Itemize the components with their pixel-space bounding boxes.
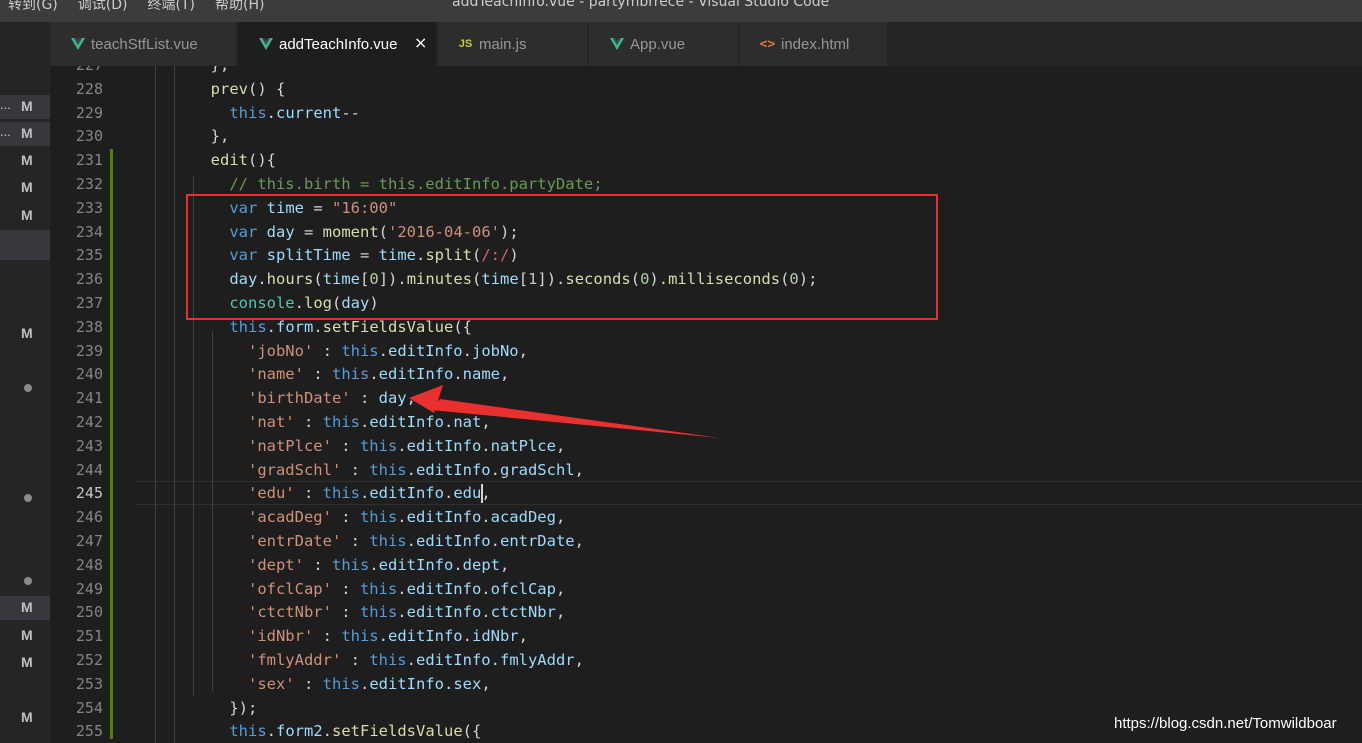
annotation-arrow xyxy=(409,385,720,438)
text-cursor xyxy=(481,484,483,503)
arrow-shaft xyxy=(431,399,720,438)
watermark: https://blog.csdn.net/Tomwildboar xyxy=(1114,715,1337,732)
